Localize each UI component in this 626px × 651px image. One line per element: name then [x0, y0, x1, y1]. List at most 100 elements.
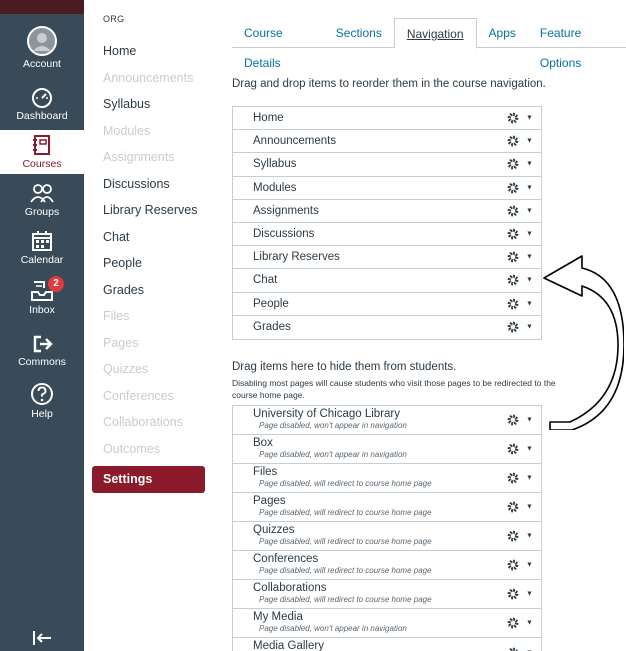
chevron-down-icon[interactable]: ▼ [526, 324, 533, 331]
nav-list-item[interactable]: Modules ▼ [233, 177, 541, 200]
gear-icon[interactable] [507, 135, 519, 147]
global-nav-courses[interactable]: Courses [0, 130, 84, 174]
nav-list-item[interactable]: People ▼ [233, 293, 541, 316]
hidden-item-status: Page disabled, won't appear in navigatio… [259, 450, 407, 459]
global-nav-label: Dashboard [16, 110, 68, 122]
hidden-item-name: Quizzes [253, 524, 295, 536]
hidden-list-item[interactable]: My Media Page disabled, won't appear in n… [233, 609, 541, 638]
gear-icon[interactable] [507, 501, 519, 513]
global-nav-dashboard[interactable]: Dashboard [0, 86, 84, 122]
nav-list-item[interactable]: Assignments ▼ [233, 200, 541, 223]
global-nav-calendar[interactable]: Calendar [0, 230, 84, 266]
chevron-down-icon[interactable]: ▼ [526, 620, 533, 627]
hidden-list-item[interactable]: University of Chicago Library Page disabl… [233, 406, 541, 435]
course-nav-pages[interactable]: Pages [92, 330, 210, 357]
course-nav-library-reserves[interactable]: Library Reserves [92, 197, 210, 224]
tab-apps[interactable]: Apps [477, 18, 528, 48]
hidden-list-item[interactable]: Conferences Page disabled, will redirect … [233, 551, 541, 580]
chevron-down-icon[interactable]: ▼ [526, 533, 533, 540]
chevron-down-icon[interactable]: ▼ [526, 254, 533, 261]
chevron-down-icon[interactable]: ▼ [526, 446, 533, 453]
chevron-down-icon[interactable]: ▼ [526, 161, 533, 168]
enabled-nav-list: Home ▼ Announcements ▼ Syllabus ▼ Modules ▼ … [232, 106, 542, 340]
chevron-down-icon[interactable]: ▼ [526, 277, 533, 284]
gear-icon[interactable] [507, 158, 519, 170]
global-nav-commons[interactable]: Commons [0, 334, 84, 368]
nav-list-item[interactable]: Discussions ▼ [233, 223, 541, 247]
global-nav-account[interactable]: Account [0, 26, 84, 70]
gear-icon[interactable] [507, 321, 519, 333]
gear-icon[interactable] [507, 228, 519, 240]
course-nav-grades[interactable]: Grades [92, 277, 210, 304]
global-nav-help[interactable]: Help [0, 382, 84, 420]
hidden-list-item[interactable]: Files Page disabled, will redirect to cou… [233, 464, 541, 493]
gear-icon[interactable] [507, 472, 519, 484]
dashboard-gauge-icon [32, 88, 52, 108]
nav-item-label: Assignments [253, 204, 319, 217]
course-nav-conferences[interactable]: Conferences [92, 383, 210, 410]
course-nav-quizzes[interactable]: Quizzes [92, 356, 210, 383]
gear-icon[interactable] [507, 182, 519, 194]
gear-icon[interactable] [507, 205, 519, 217]
course-nav-files[interactable]: Files [92, 303, 210, 330]
hidden-list-item[interactable]: Collaborations Page disabled, will redire… [233, 580, 541, 609]
gear-icon[interactable] [507, 414, 519, 426]
courses-book-icon [33, 135, 50, 155]
gear-icon[interactable] [507, 530, 519, 542]
nav-list-item[interactable]: Library Reserves ▼ [233, 246, 541, 270]
gear-icon[interactable] [507, 298, 519, 310]
commons-arrow-icon [33, 335, 53, 353]
gear-icon[interactable] [507, 251, 519, 263]
chevron-down-icon[interactable]: ▼ [526, 207, 533, 214]
nav-list-item[interactable]: Syllabus ▼ [233, 153, 541, 177]
gear-icon[interactable] [507, 559, 519, 571]
global-nav-inbox[interactable]: 2 Inbox [0, 276, 84, 316]
hidden-list-item[interactable]: Box Page disabled, won't appear in naviga… [233, 435, 541, 464]
tab-sections[interactable]: Sections [324, 18, 394, 48]
hidden-list-item[interactable]: Pages Page disabled, will redirect to cou… [233, 493, 541, 522]
chevron-down-icon[interactable]: ▼ [526, 300, 533, 307]
chevron-down-icon[interactable]: ▼ [526, 417, 533, 424]
tab-course-details[interactable]: Course Details [232, 18, 324, 70]
course-nav-collaborations[interactable]: Collaborations [92, 409, 210, 436]
tab-feature-options[interactable]: Feature Options [528, 18, 626, 70]
chevron-down-icon[interactable]: ▼ [526, 115, 533, 122]
chevron-down-icon[interactable]: ▼ [526, 231, 533, 238]
course-nav-modules[interactable]: Modules [92, 118, 210, 145]
course-nav-settings[interactable]: Settings [92, 466, 205, 493]
nav-list-item[interactable]: Announcements ▼ [233, 130, 541, 154]
chevron-down-icon[interactable]: ▼ [526, 591, 533, 598]
global-nav-groups[interactable]: Groups [0, 182, 84, 218]
hidden-list-item[interactable]: Media Gallery▼ [233, 638, 541, 651]
course-nav-announcements[interactable]: Announcements [92, 65, 210, 92]
nav-list-item[interactable]: Grades ▼ [233, 316, 541, 339]
tab-navigation[interactable]: Navigation [393, 18, 477, 49]
chevron-down-icon[interactable]: ▼ [526, 475, 533, 482]
chevron-down-icon[interactable]: ▼ [526, 138, 533, 145]
gear-icon[interactable] [507, 443, 519, 455]
course-nav-discussions[interactable]: Discussions [92, 171, 210, 198]
gear-icon[interactable] [507, 112, 519, 124]
hidden-item-status: Page disabled, will redirect to course h… [259, 537, 432, 546]
course-nav-people[interactable]: People [92, 250, 210, 277]
chevron-down-icon[interactable]: ▼ [526, 562, 533, 569]
hidden-list-item[interactable]: Quizzes Page disabled, will redirect to c… [233, 522, 541, 551]
gear-icon[interactable] [507, 647, 519, 651]
nav-item-label: Discussions [253, 228, 315, 241]
collapse-nav-button[interactable] [0, 630, 84, 646]
course-nav-syllabus[interactable]: Syllabus [92, 91, 210, 118]
course-nav-outcomes[interactable]: Outcomes [92, 436, 210, 463]
account-avatar-icon [27, 26, 57, 56]
course-nav-chat[interactable]: Chat [92, 224, 210, 251]
course-nav-home[interactable]: Home [92, 38, 210, 65]
chevron-down-icon[interactable]: ▼ [526, 504, 533, 511]
gear-icon[interactable] [507, 274, 519, 286]
chevron-down-icon[interactable]: ▼ [526, 184, 533, 191]
hidden-item-status: Page disabled, will redirect to course h… [259, 479, 432, 488]
nav-list-item[interactable]: Home ▼ [233, 107, 541, 131]
nav-item-label: Home [253, 112, 284, 125]
course-nav-assignments[interactable]: Assignments [92, 144, 210, 171]
gear-icon[interactable] [507, 588, 519, 600]
nav-list-item[interactable]: Chat ▼ [233, 269, 541, 293]
gear-icon[interactable] [507, 617, 519, 629]
